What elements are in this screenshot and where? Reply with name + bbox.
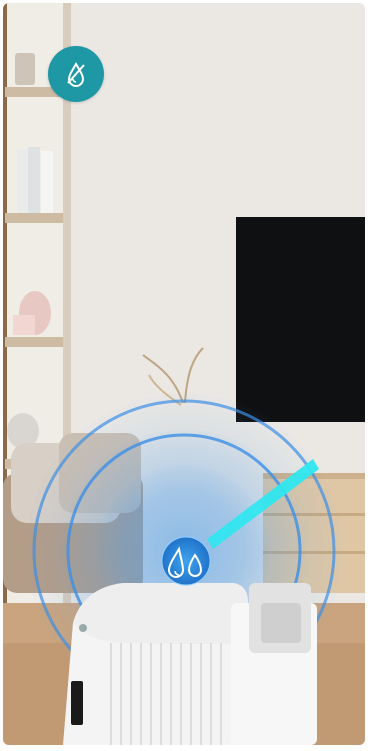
living-room-scene <box>3 3 365 745</box>
dehumidifier <box>63 583 317 745</box>
television <box>236 217 365 422</box>
product-illustration <box>3 3 365 745</box>
water-drops-icon <box>161 536 211 586</box>
dehumidify-mode-icon <box>48 46 104 102</box>
